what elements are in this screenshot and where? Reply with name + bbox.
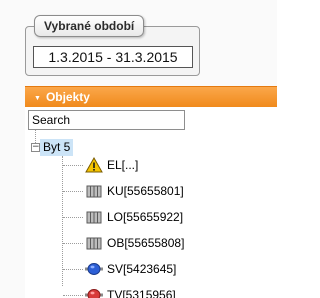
collapse-caret-icon[interactable]: ▼	[34, 89, 41, 109]
period-group: Vybrané období 1.3.2015 - 31.3.2015	[25, 15, 200, 76]
warning-icon	[85, 157, 103, 173]
tree-branch	[63, 191, 83, 192]
tree-branch	[63, 269, 83, 270]
object-tree: − Byt 5 EL[...] KU[55655801] LO[55655922…	[25, 130, 277, 298]
tree-connector-children	[62, 156, 63, 286]
objects-header[interactable]: ▼ Objekty	[25, 86, 277, 107]
collapse-expander-icon[interactable]: −	[31, 143, 40, 152]
objects-panel: ▼ Objekty − Byt 5 EL[...]	[25, 86, 277, 298]
tree-branch	[63, 243, 83, 244]
tree-root-byt-5[interactable]: Byt 5	[40, 139, 74, 156]
objects-header-title: Objekty	[45, 90, 90, 104]
period-field[interactable]: 1.3.2015 - 31.3.2015	[33, 46, 193, 68]
tree-item-label: SV[5423645]	[107, 262, 177, 276]
radiator-icon	[86, 237, 102, 250]
tree-item-label: LO[55655922]	[107, 210, 184, 224]
cold-water-meter-icon	[85, 263, 103, 275]
radiator-icon	[86, 185, 102, 198]
tree-branch	[63, 217, 83, 218]
search-input[interactable]	[28, 110, 185, 130]
page: Vybrané období 1.3.2015 - 31.3.2015 ▼ Obj…	[0, 0, 277, 298]
hot-water-meter-icon	[85, 289, 103, 298]
radiator-icon	[86, 211, 102, 224]
tree-branch	[63, 165, 83, 166]
period-legend: Vybrané období	[34, 15, 145, 37]
tree-item-label: OB[55655808]	[107, 236, 185, 250]
tree-item-label: TV[5315956]	[107, 288, 176, 298]
tree-item-label: KU[55655801]	[107, 184, 184, 198]
tree-item-label: EL[...]	[107, 158, 139, 172]
tree-branch	[63, 295, 83, 296]
